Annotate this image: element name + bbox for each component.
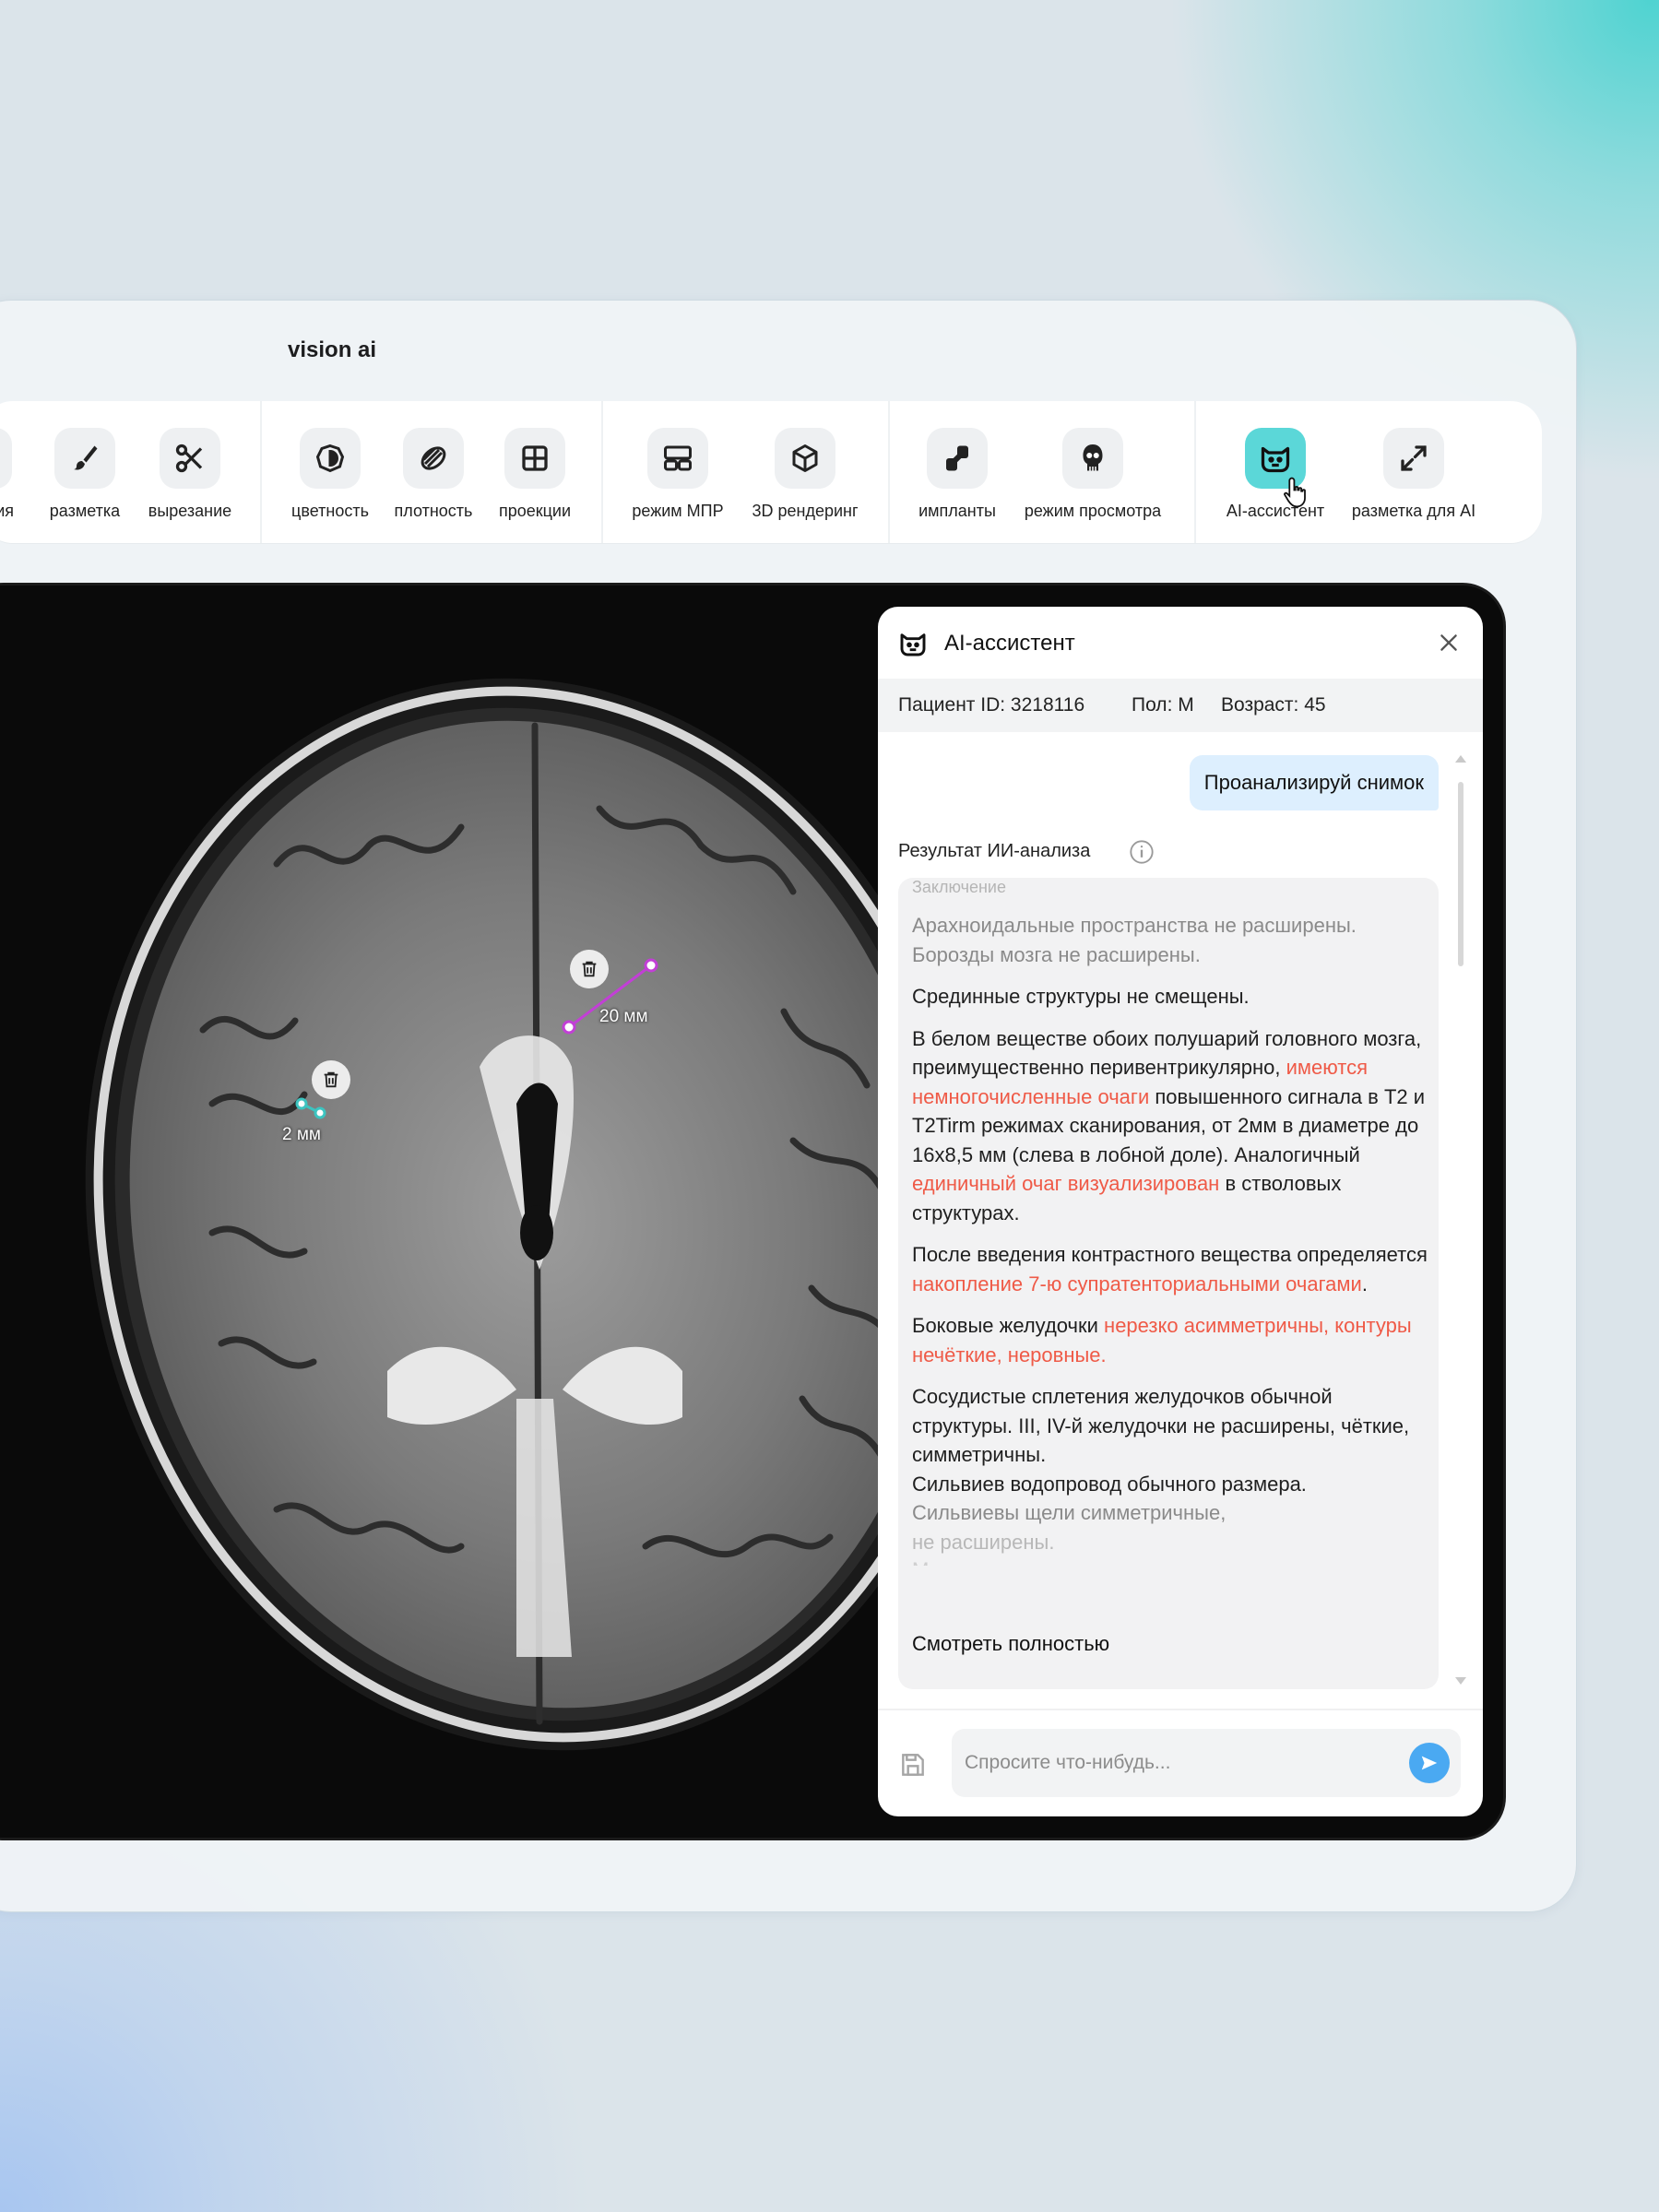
grid-icon	[504, 428, 565, 489]
divider	[601, 401, 603, 543]
divider	[1194, 401, 1196, 543]
bot-icon	[1245, 428, 1306, 508]
tool-label: режим просмотра	[1024, 502, 1162, 520]
scissors-icon	[160, 428, 220, 489]
implant-icon	[927, 428, 988, 489]
app-title: vision ai	[288, 337, 377, 362]
tool-label: AI-ассистент	[1226, 502, 1325, 520]
scrollbar-thumb[interactable]	[1458, 782, 1463, 966]
tool-label: проекции	[498, 502, 572, 520]
tool-cut[interactable]: вырезание	[121, 401, 259, 521]
panel-header: AI-ассистент	[878, 607, 1483, 679]
density-icon	[403, 428, 464, 489]
ai-assistant-panel: AI-ассистент Пациент ID: 3218116 Пол: М …	[878, 607, 1483, 1816]
send-icon	[1421, 1756, 1438, 1770]
mri-scan-image[interactable]	[0, 587, 904, 1837]
analysis-result-box: Заключение Арахноидальные пространства н…	[898, 878, 1439, 1689]
scroll-up-arrow-icon[interactable]	[1454, 754, 1467, 763]
pointer-cursor-icon	[1284, 477, 1306, 508]
patient-info-bar: Пациент ID: 3218116 Пол: М Возраст: 45	[878, 679, 1483, 732]
patient-id: Пациент ID: 3218116	[898, 694, 1085, 716]
trash-icon	[324, 1071, 338, 1088]
result-paragraph: В белом веществе обоих полушарий головно…	[912, 1026, 1426, 1224]
delete-measurement-button[interactable]	[312, 1060, 350, 1099]
measurement-label: 20 мм	[599, 1007, 648, 1026]
expand-icon	[1383, 428, 1444, 489]
cube-icon	[775, 428, 835, 489]
trash-icon	[582, 961, 597, 977]
user-message-bubble: Проанализируй снимок	[1189, 755, 1439, 810]
partial-icon	[0, 428, 12, 489]
save-icon[interactable]	[898, 1750, 928, 1780]
toolbar: ния разметка вырезание цветность плотнос…	[0, 401, 1542, 544]
patient-sex: Пол: М	[1132, 694, 1194, 716]
tool-view-mode[interactable]: режим просмотра	[1024, 401, 1162, 521]
result-paragraph: Боковые желудочки нерезко асимметричны, …	[912, 1314, 1412, 1366]
result-paragraph: После введения контрастного вещества опр…	[912, 1243, 1428, 1295]
panel-title: AI-ассистент	[944, 631, 1075, 656]
result-paragraph: Арахноидальные пространства не расширены…	[912, 914, 1357, 966]
close-icon[interactable]	[1437, 631, 1461, 655]
tool-label: режим МПР	[632, 502, 724, 520]
tool-3d-render[interactable]: 3D рендеринг	[736, 401, 874, 521]
analysis-text: Заключение Арахноидальные пространства н…	[912, 878, 1428, 1566]
contrast-icon	[300, 428, 361, 489]
faded-text: Мозговая цистерна симметричная	[912, 1556, 1428, 1566]
tool-label: разметка для AI	[1351, 502, 1476, 520]
bot-icon	[900, 633, 926, 657]
tool-label: вырезание	[148, 502, 232, 520]
send-button[interactable]	[1409, 1743, 1450, 1783]
delete-measurement-button[interactable]	[570, 950, 609, 988]
tool-implants[interactable]: импланты	[888, 401, 1026, 521]
patient-age: Возраст: 45	[1221, 694, 1326, 716]
layout-icon	[647, 428, 708, 489]
tool-ai-markup[interactable]: разметка для AI	[1345, 401, 1483, 521]
brush-icon	[54, 428, 115, 489]
chat-input[interactable]	[952, 1729, 1461, 1797]
skull-icon	[1062, 428, 1123, 489]
faded-text: Заключение	[912, 878, 1006, 896]
tool-ai-assistant[interactable]: AI-ассистент	[1206, 401, 1345, 521]
scroll-down-arrow-icon[interactable]	[1454, 1676, 1467, 1686]
view-full-link[interactable]: Смотреть полностью	[912, 1632, 1109, 1656]
tool-projections[interactable]: проекции	[466, 401, 604, 521]
result-paragraph: Срединные структуры не смещены.	[912, 985, 1250, 1008]
tool-label: импланты	[918, 502, 996, 520]
info-icon[interactable]	[1129, 839, 1155, 865]
measurement-label: 2 мм	[282, 1125, 321, 1144]
tool-label: 3D рендеринг	[752, 502, 859, 520]
result-title: Результат ИИ-анализа	[898, 841, 1091, 861]
tool-mpr[interactable]: режим МПР	[609, 401, 747, 521]
divider	[878, 1709, 1483, 1710]
result-paragraph: Сосудистые сплетения желудочков обычной …	[912, 1385, 1410, 1554]
